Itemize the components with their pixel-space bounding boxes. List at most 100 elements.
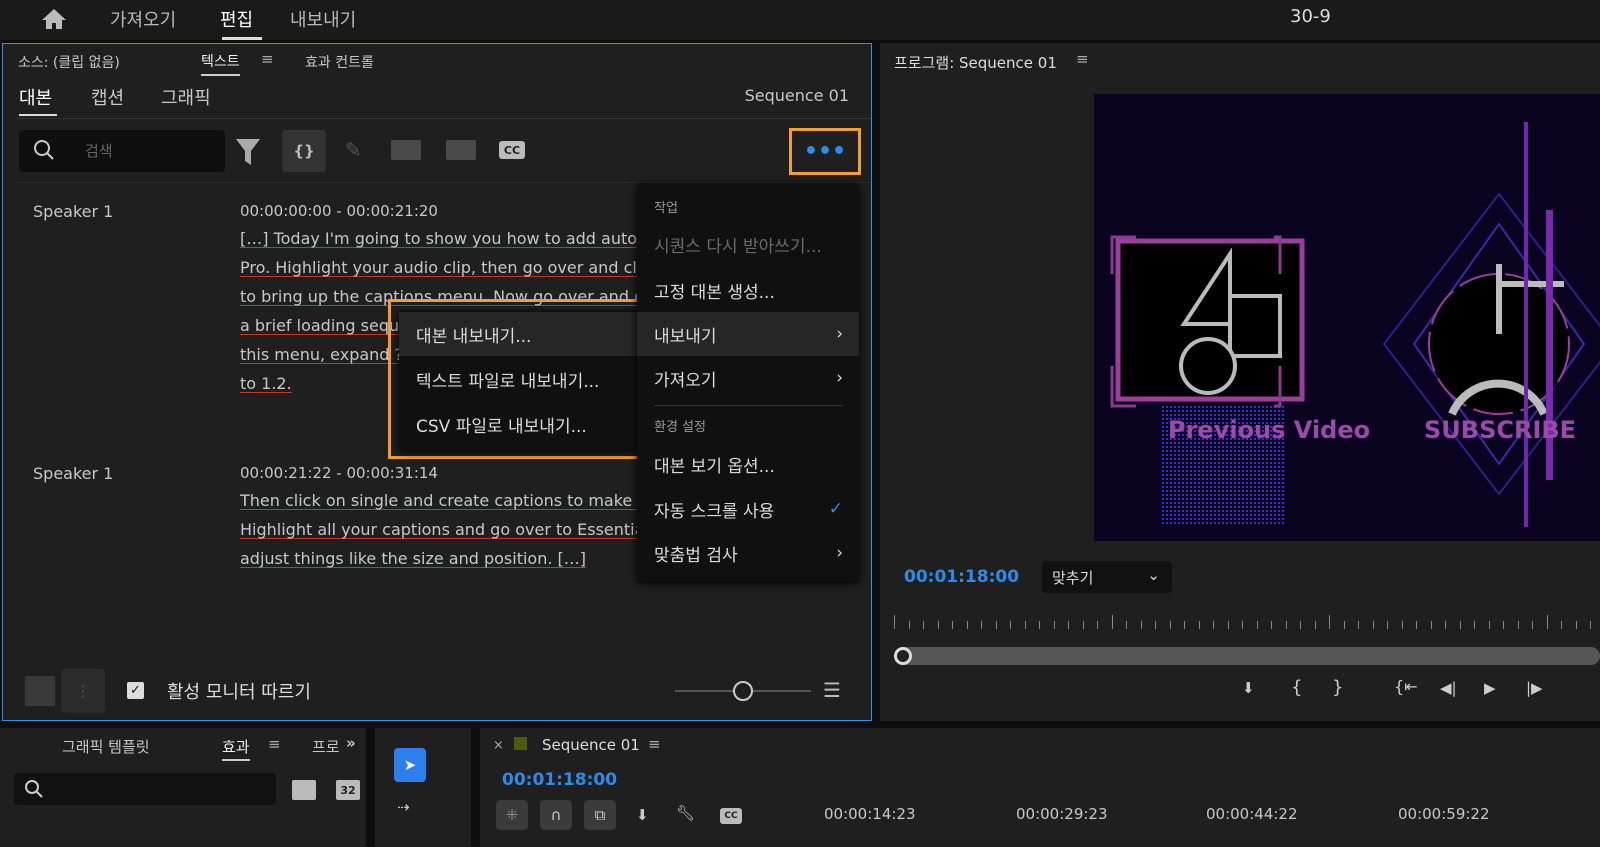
linked-selection-icon[interactable]: ⧉ — [584, 800, 616, 830]
menu-item-export-csv[interactable]: CSV 파일로 내보내기... — [399, 402, 637, 446]
menu-item-export-transcript[interactable]: 대본 내보내기... — [399, 312, 637, 356]
pencil-icon[interactable]: ✎ — [345, 138, 362, 162]
menu-item-import[interactable]: 가져오기 › — [637, 356, 859, 400]
top-bar: 가져오기 편집 내보내기 30-9 — [0, 0, 1600, 40]
transcript-line[interactable]: this menu, expand ? — [240, 345, 403, 364]
program-ruler[interactable] — [894, 613, 1600, 629]
zoom-level-select[interactable]: 맞추기 ⌄ — [1042, 561, 1172, 593]
more-tabs-icon[interactable]: » — [346, 734, 356, 752]
chevron-right-icon: › — [836, 324, 843, 344]
ruler-tick — [1503, 621, 1504, 629]
ruler-tick — [1039, 621, 1040, 629]
panel-menu-icon[interactable]: ≡ — [648, 735, 661, 753]
ruler-tick — [1082, 621, 1084, 629]
sync-toggle-icon[interactable]: {} — [282, 130, 326, 172]
tab-source[interactable]: 소스: (클립 없음) — [18, 52, 120, 72]
captions-cc-icon[interactable]: CC — [720, 808, 742, 824]
video-preview[interactable]: Previous Video SUBSCRIBE — [1094, 94, 1600, 541]
timeline-panel: × Sequence 01 ≡ 00:01:18:00 ⁜ ∩ ⧉ ⬇ 🔧︎ C… — [480, 728, 1600, 847]
mark-in-icon[interactable]: { — [1291, 677, 1302, 698]
ruler-tick — [966, 621, 968, 629]
transcript-line[interactable]: Then click on single and create captions… — [240, 491, 643, 510]
subtab-transcript[interactable]: 대본 — [19, 84, 52, 110]
add-marker-icon[interactable]: ⬇ — [636, 806, 649, 824]
panel-menu-icon[interactable]: ≡ — [268, 735, 281, 753]
timeline-title[interactable]: Sequence 01 — [542, 736, 640, 754]
transcript-line[interactable]: adjust things like the size and position… — [240, 549, 586, 568]
zoom-slider-handle[interactable] — [733, 681, 753, 701]
clip-view-icon[interactable] — [25, 676, 55, 706]
home-icon[interactable] — [40, 6, 68, 32]
menu-item-spell-check[interactable]: 맞춤법 검사 › — [637, 531, 859, 575]
nav-active-indicator — [222, 37, 262, 40]
32bit-effects-icon[interactable]: 32 — [336, 780, 360, 800]
ruler-label: 00:00:44:22 — [1206, 805, 1298, 823]
transcript-line[interactable]: Highlight all your captions and go over … — [240, 520, 643, 539]
effects-search-input[interactable] — [14, 773, 276, 805]
panel-menu-icon[interactable]: ≡ — [1076, 50, 1089, 68]
follow-monitor-checkbox[interactable]: ✓ — [127, 682, 144, 699]
nest-toggle-icon[interactable]: ⁜ — [496, 800, 528, 830]
go-to-in-icon[interactable]: {⇤ — [1394, 677, 1418, 696]
timeline-view-icon[interactable]: ⋮ — [61, 669, 105, 713]
options-menu: 작업 시퀀스 다시 받아쓰기... 고정 대본 생성... 내보내기 › 가져오기… — [637, 183, 859, 581]
playhead-handle[interactable] — [894, 647, 912, 665]
tools-panel: ➤ ⇢ — [375, 728, 471, 847]
track-select-tool-icon[interactable]: ⇢ — [397, 798, 410, 816]
play-icon[interactable]: ▶ — [1484, 679, 1496, 697]
transcript-line[interactable]: to 1.2. — [240, 374, 292, 393]
tab-graphic-templates[interactable]: 그래픽 템플릿 — [62, 736, 150, 757]
program-timecode[interactable]: 00:01:18:00 — [904, 567, 1019, 587]
tab-text[interactable]: 텍스트 — [201, 51, 240, 76]
speaker-label[interactable]: Speaker 1 — [33, 464, 113, 483]
ruler-tick — [1517, 621, 1519, 629]
mark-out-icon[interactable]: } — [1332, 677, 1343, 698]
menu-item-label: 자동 스크롤 사용 — [654, 501, 775, 522]
menu-item-view-options[interactable]: 대본 보기 옵션... — [637, 442, 859, 486]
speaker-merge-icon[interactable] — [391, 140, 421, 160]
menu-item-static-transcript[interactable]: 고정 대본 생성... — [637, 268, 859, 312]
cc-icon[interactable]: CC — [499, 141, 525, 159]
menu-item-export[interactable]: 내보내기 › — [637, 312, 859, 356]
ruler-tick — [1155, 621, 1156, 629]
nav-edit[interactable]: 편집 — [220, 6, 253, 32]
accelerated-effects-icon[interactable] — [292, 780, 316, 800]
transcript-line[interactable]: a brief loading seque — [240, 316, 409, 335]
search-placeholder: 검색 — [85, 142, 113, 160]
tab-effects[interactable]: 효과 — [222, 736, 250, 761]
subtab-graphics[interactable]: 그래픽 — [161, 84, 211, 110]
nav-import[interactable]: 가져오기 — [110, 6, 176, 32]
add-marker-icon[interactable]: ⬇ — [1242, 679, 1255, 697]
playhead-scrubber[interactable] — [894, 647, 1600, 665]
snap-icon[interactable]: ∩ — [540, 800, 572, 830]
step-forward-icon[interactable]: |▶ — [1526, 679, 1543, 697]
ruler-tick — [1285, 621, 1287, 629]
close-tab-icon[interactable]: × — [493, 738, 504, 753]
menu-item-auto-scroll[interactable]: 자동 스크롤 사용 ✓ — [637, 487, 859, 531]
wrench-icon[interactable]: 🔧︎ — [676, 804, 695, 822]
ruler-tick — [1242, 621, 1243, 629]
speaker-split-icon[interactable] — [446, 140, 476, 160]
more-options-button[interactable]: ••• — [804, 136, 846, 166]
speaker-label[interactable]: Speaker 1 — [33, 202, 113, 221]
step-back-icon[interactable]: ◀| — [1440, 679, 1457, 697]
panel-menu-icon[interactable]: ≡ — [261, 50, 274, 68]
ruler-tick — [1575, 621, 1577, 629]
transcript-line[interactable]: Pro. Highlight your audio clip, then go … — [240, 258, 643, 277]
menu-item-label: 가져오기 — [654, 370, 717, 391]
nav-export[interactable]: 내보내기 — [290, 6, 356, 32]
tab-effect-controls[interactable]: 효과 컨트롤 — [305, 52, 374, 72]
settings-sliders-icon[interactable]: ☰ — [823, 678, 841, 702]
menu-item-export-text-file[interactable]: 텍스트 파일로 내보내기... — [399, 357, 637, 401]
ruler-tick — [1474, 621, 1475, 629]
tab-project[interactable]: 프로 — [312, 736, 340, 757]
selection-tool-icon[interactable]: ➤ — [394, 748, 426, 782]
follow-monitor-label: 활성 모니터 따르기 — [167, 682, 311, 703]
filter-icon[interactable] — [235, 138, 261, 170]
ruler-tick — [1198, 621, 1200, 629]
search-input[interactable]: 검색 — [19, 130, 225, 172]
timeline-timecode[interactable]: 00:01:18:00 — [502, 770, 617, 790]
program-monitor: 프로그램: Sequence 01 ≡ Previous Video SUBSC… — [880, 43, 1600, 721]
transcript-line[interactable]: […] Today I'm going to show you how to a… — [240, 229, 643, 248]
subtab-captions[interactable]: 캡션 — [91, 84, 124, 110]
